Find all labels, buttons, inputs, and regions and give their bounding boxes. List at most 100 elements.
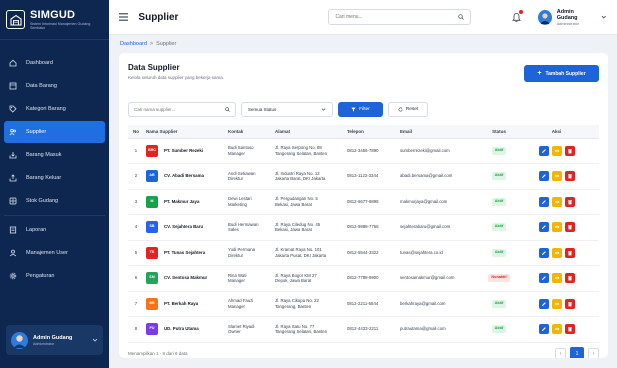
box-icon [8,81,18,91]
sidebar: SIMGUD Sistem Informasi Manajemen Gudang… [0,0,109,368]
view-button[interactable] [551,196,562,207]
view-button[interactable] [551,171,562,182]
nav-divider [4,215,105,216]
sidebar-item-label: Barang Masuk [26,152,62,158]
edit-button[interactable] [538,171,549,182]
breadcrumb-separator: > [149,41,154,47]
add-supplier-button[interactable]: + Tambah Supplier [524,65,599,82]
search-icon[interactable] [457,14,464,20]
view-button[interactable] [551,247,562,258]
sidebar-item-data-barang[interactable]: Data Barang [4,75,105,97]
address-city: Jakarta Barat, DKI Jakarta [275,176,326,182]
edit-button[interactable] [538,298,549,309]
table-row: 6 SM CV. Sentosa Makmur Rina Wati Manager Jl.… [128,265,599,292]
prev-page-button[interactable]: ‹ [555,348,566,358]
trash-icon [567,327,572,332]
column-header-email[interactable]: Email [398,125,484,139]
edit-button[interactable] [538,324,549,335]
supplier-name: PT. Tunas Sejahtera [164,249,206,255]
column-header-no[interactable]: No [128,125,144,139]
sidebar-item-stok-gudang[interactable]: Stok Gudang [4,190,105,212]
view-button[interactable] [551,273,562,284]
topbar: Supplier Admin Gudang Administrator [109,0,617,35]
sidebar-item-kategori-barang[interactable]: Kategori Barang [4,98,105,120]
sidebar-item-label: Supplier [26,129,47,135]
delete-button[interactable] [564,171,575,182]
sidebar-item-label: Pengaturan [26,273,55,279]
column-header-contact[interactable]: Kontak [226,125,273,139]
page-1-button[interactable]: 1 [570,347,584,358]
gear-icon [8,271,18,281]
breadcrumb-current: Supplier [156,41,177,47]
sidebar-item-label: Data Barang [26,83,57,89]
eye-icon [554,251,559,254]
hamburger-icon[interactable] [119,13,129,21]
eye-icon [554,302,559,305]
search-icon[interactable] [225,107,230,112]
column-header-phone[interactable]: Telepon [345,125,398,139]
supplier-name: PT. Sumber Rezeki [164,147,204,153]
status-select[interactable]: Semua Status [241,102,333,117]
view-button[interactable] [551,145,562,156]
table-row: 1 BRC PT. Sumber Rezeki Budi Santoso Manager… [128,138,599,164]
edit-button[interactable] [538,273,549,284]
delete-button[interactable] [564,273,575,284]
view-button[interactable] [551,324,562,335]
edit-button[interactable] [538,222,549,233]
email: sejahterabaru@gmail.com [398,214,484,241]
address-city: Bekasi, Jawa Barat [275,201,312,207]
trash-icon [567,148,572,154]
row-actions [516,324,597,335]
notification-button[interactable] [511,9,524,24]
sidebar-item-label: Stok Gudang [26,198,59,204]
trash-icon [567,174,572,179]
column-header-address[interactable]: Alamat [273,125,345,139]
phone: 0812-4433-2211 [345,316,398,343]
sidebar-item-dashboard[interactable]: Dashboard [4,52,105,74]
delete-button[interactable] [564,145,575,156]
edit-button[interactable] [538,196,549,207]
eye-icon [554,149,559,152]
column-header-name[interactable]: Nama Supplier [144,125,226,139]
view-button[interactable] [551,222,562,233]
row-actions [516,247,597,258]
refresh-icon [398,107,403,112]
supplier-logo: AB [146,170,158,183]
delete-button[interactable] [564,247,575,258]
filter-button[interactable]: Filter [338,102,383,117]
row-number: 5 [128,240,144,266]
sidebar-item-barang-masuk[interactable]: Barang Masuk [4,144,105,166]
contact-role: Owner [228,329,241,335]
delete-button[interactable] [564,324,575,335]
delete-button[interactable] [564,222,575,233]
row-number: 6 [128,265,144,292]
supplier-search-input[interactable] [134,107,225,112]
sidebar-item-supplier[interactable]: Supplier [4,121,105,143]
column-header-status[interactable]: Status [484,125,514,139]
next-page-button[interactable]: › [588,348,599,358]
breadcrumb-dashboard-link[interactable]: Dashboard [120,41,147,47]
warehouse-icon [8,196,18,206]
delete-button[interactable] [564,196,575,207]
global-search-input[interactable] [335,14,458,20]
brand-name: SIMGUD [30,8,76,21]
supplier-name: CV. Sejahtera Baru [164,224,204,230]
header-user-menu[interactable]: Admin Gudang Administrator [537,9,607,26]
brand[interactable]: SIMGUD Sistem Informasi Manajemen Gudang… [0,0,109,40]
sidebar-user-card[interactable]: Admin Gudang Administrator [6,325,103,355]
delete-button[interactable] [564,298,575,309]
sidebar-item-manajemen-user[interactable]: Manajemen User [4,242,105,264]
email: tunas@sejahtera.co.id [398,240,484,266]
edit-button[interactable] [538,145,549,156]
edit-button[interactable] [538,247,549,258]
supplier-logo: SB [146,221,158,234]
sidebar-item-barang-keluar[interactable]: Barang Keluar [4,167,105,189]
eye-icon [554,200,559,203]
view-button[interactable] [551,298,562,309]
reset-button[interactable]: Reset [388,102,428,117]
sidebar-item-laporan[interactable]: Laporan [4,219,105,241]
sidebar-item-pengaturan[interactable]: Pengaturan [4,265,105,287]
table-header-row: No Nama Supplier Kontak Alamat Telepon E… [128,125,599,139]
status-badge: Aktif [491,197,507,206]
address-city: Bekasi, Jawa Barat [275,227,312,233]
